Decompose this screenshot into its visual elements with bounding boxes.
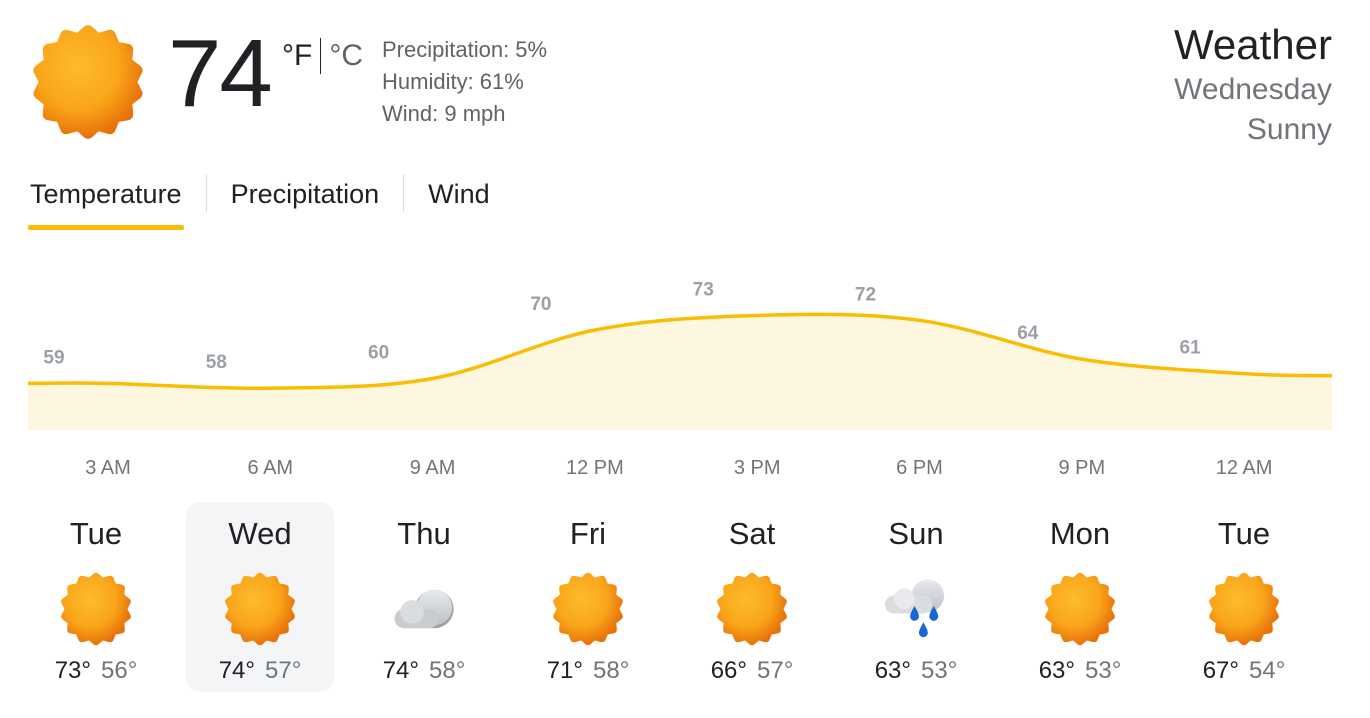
high-temp: 66° [710,657,747,684]
unit-toggle: °F °C [282,38,363,74]
day-name: Tue [69,516,123,551]
time-axis-label: 3 PM [734,457,781,479]
forecast-day[interactable]: Mon 63° 53° [1006,502,1154,692]
tab-precipitation[interactable]: Precipitation [229,170,382,230]
sun-icon [223,572,297,646]
chart-tabs: Temperature Precipitation Wind [28,170,492,232]
weather-title: Weather [1174,21,1332,68]
low-temp: 57° [757,657,794,684]
precipitation-text: Precipitation: 5% [382,37,548,62]
low-temp: 58° [429,657,466,684]
rain-cloud-icon [879,572,953,646]
forecast-day[interactable]: Sun 63° 53° [842,502,990,692]
tab-wind[interactable]: Wind [426,170,492,230]
high-temp: 71° [546,657,583,684]
sun-icon [59,572,133,646]
temperature-value-label: 60 [368,343,389,364]
day-name: Tue [1217,516,1271,551]
day-temps: 74° 58° [350,656,498,686]
weather-details: Precipitation: 5% Humidity: 61% Wind: 9 … [382,34,547,130]
day-name: Wed [228,516,292,551]
day-name: Sun [888,516,944,551]
temperature-value-label: 72 [855,284,876,305]
unit-divider [320,38,322,74]
cloud-icon [387,572,461,646]
forecast-day[interactable]: Tue 67° 54° [1170,502,1318,692]
temperature-value-label: 70 [530,294,551,315]
sun-icon [1043,572,1117,646]
day-temps: 67° 54° [1170,656,1318,686]
high-temp: 63° [874,657,911,684]
wind-text: Wind: 9 mph [382,101,506,126]
time-axis-label: 6 AM [248,457,294,479]
high-temp: 67° [1202,657,1239,684]
high-temp: 74° [382,657,419,684]
day-name: Thu [397,516,451,551]
temperature-chart-svg: 59 58 60 70 73 72 64 61 3 AM 6 AM 9 AM 12 PM 3 PM 6 … [27,279,1333,479]
forecast-day[interactable]: Wed 74° 57° [186,502,334,692]
humidity-text: Humidity: 61% [382,69,524,94]
sun-icon [551,572,625,646]
current-temperature: 74 [168,20,273,127]
tab-temperature[interactable]: Temperature [28,170,184,230]
time-axis-label: 12 AM [1216,457,1273,479]
temperature-value-label: 59 [43,347,64,368]
temperature-value-label: 61 [1180,338,1202,359]
tab-divider [403,174,405,212]
forecast-day[interactable]: Fri 71° 58° [514,502,662,692]
day-temps: 73° 56° [22,656,170,686]
high-temp: 63° [1038,657,1075,684]
time-axis-label: 12 PM [566,457,624,479]
temperature-value-label: 58 [206,352,227,373]
temperature-value-label: 73 [693,279,714,300]
forecast-day[interactable]: Sat 66° 57° [678,502,826,692]
unit-celsius-button[interactable]: °C [329,38,363,74]
day-temps: 74° 57° [186,656,334,686]
sun-icon [1207,572,1281,646]
time-axis-label: 3 AM [85,457,131,479]
forecast-day[interactable]: Tue 73° 56° [22,502,170,692]
high-temp: 73° [54,657,91,684]
low-temp: 56° [101,657,138,684]
sun-icon [30,24,146,140]
temperature-value-label: 64 [1017,323,1039,344]
day-temps: 63° 53° [842,656,990,686]
time-axis-label: 6 PM [896,457,943,479]
time-axis-label: 9 AM [410,457,456,479]
high-temp: 74° [218,657,255,684]
day-temps: 66° 57° [678,656,826,686]
low-temp: 54° [1249,657,1286,684]
low-temp: 57° [265,657,302,684]
day-temps: 63° 53° [1006,656,1154,686]
day-name: Fri [569,516,607,551]
weather-condition: Sunny [1246,113,1332,146]
forecast-day[interactable]: Thu 74° 58° [350,502,498,692]
day-name: Sat [728,516,776,551]
day-name: Mon [1049,516,1111,551]
low-temp: 53° [1085,657,1122,684]
sun-icon [715,572,789,646]
temperature-chart[interactable]: 59 58 60 70 73 72 64 61 3 AM 6 AM 9 AM 12 PM 3 PM 6 … [0,240,1370,490]
daily-forecast: Tue 73° 56° Wed 74° 57° Thu 74° 58° Fri 71°… [22,502,1318,692]
unit-fahrenheit-button[interactable]: °F [282,38,312,74]
weather-header: Weather Wednesday Sunny [1174,20,1332,150]
low-temp: 58° [593,657,630,684]
time-axis-label: 9 PM [1058,457,1105,479]
tab-divider [205,174,207,212]
day-temps: 71° 58° [514,656,662,686]
weather-day: Wednesday [1174,73,1332,106]
low-temp: 53° [921,657,958,684]
